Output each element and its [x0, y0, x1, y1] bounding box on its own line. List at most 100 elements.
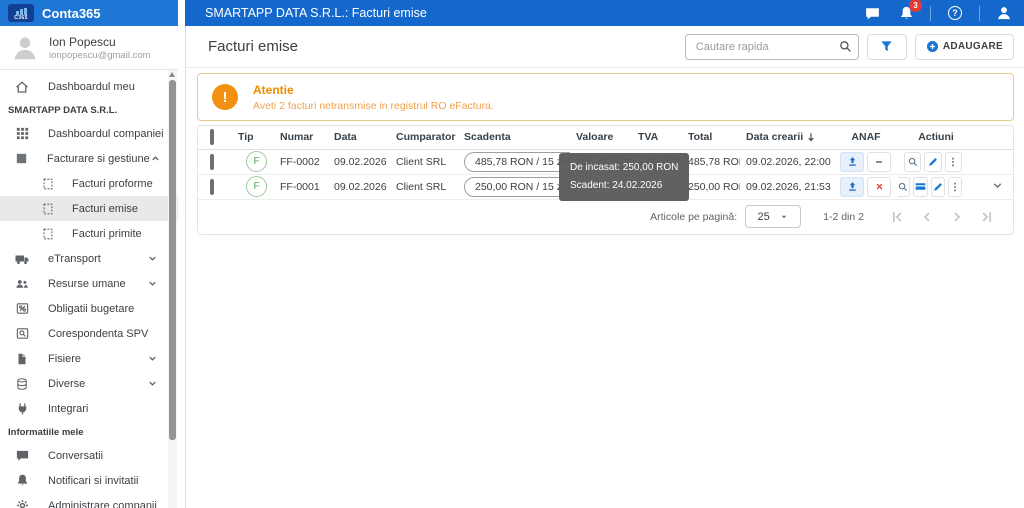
- per-page-label: Articole pe pagină:: [650, 211, 737, 223]
- column-header-data-crearii[interactable]: Data crearii: [740, 126, 834, 149]
- sidebar-item-facturi-emise[interactable]: Facturi emise: [0, 196, 178, 221]
- sidebar-item-facturi-primite[interactable]: Facturi primite: [0, 221, 178, 246]
- sidebar-item-corespondenta-spv[interactable]: Corespondenta SPV: [0, 321, 178, 346]
- credit-card-icon: [914, 180, 927, 193]
- sidebar-item-resurse-umane[interactable]: Resurse umane: [0, 271, 178, 296]
- sidebar-item-facturi-proforme[interactable]: Facturi proforme: [0, 171, 178, 196]
- column-header-valoare[interactable]: Valoare: [570, 126, 632, 149]
- anaf-upload-button[interactable]: [840, 152, 864, 172]
- anaf-upload-button[interactable]: [840, 177, 864, 197]
- column-header-total[interactable]: Total: [682, 126, 740, 149]
- bell-icon: [14, 473, 30, 489]
- more-actions-button[interactable]: [948, 177, 962, 197]
- sidebar-item-conversatii[interactable]: Conversatii: [0, 443, 178, 468]
- row-checkbox[interactable]: [210, 179, 214, 195]
- notifications-button[interactable]: 3: [896, 3, 916, 23]
- add-button[interactable]: ADAUGARE: [915, 34, 1014, 60]
- page-range: 1-2 din 2: [823, 211, 864, 223]
- magnifier-icon: [898, 181, 909, 193]
- anaf-status-button[interactable]: [867, 152, 891, 172]
- column-header-data[interactable]: Data: [328, 126, 390, 149]
- filter-button[interactable]: [867, 34, 907, 60]
- page-header: Facturi emise ADAUGARE: [186, 26, 1024, 68]
- invoice-type-badge: F: [246, 151, 267, 172]
- cell-cumparator: Client SRL: [390, 174, 458, 199]
- notification-badge: 3: [909, 0, 922, 12]
- page-title: Facturi emise: [208, 38, 685, 55]
- column-header-cumparator[interactable]: Cumparator: [390, 126, 458, 149]
- cell-data: 09.02.2026: [328, 174, 390, 199]
- app-logo[interactable]: C365: [8, 4, 34, 22]
- payment-button[interactable]: [913, 177, 928, 197]
- funnel-icon: [879, 39, 894, 54]
- edit-button[interactable]: [931, 177, 945, 197]
- sidebar-item-administrare-companii[interactable]: Administrare companii: [0, 493, 178, 508]
- sidebar-item-obligatii-bugetare[interactable]: Obligatii bugetare: [0, 296, 178, 321]
- per-page-select[interactable]: 25: [745, 205, 801, 228]
- column-header-actiuni[interactable]: Actiuni: [898, 126, 974, 149]
- topbar: SMARTAPP DATA S.R.L.: Facturi emise 3 ?: [185, 0, 1024, 26]
- logo-text: C365: [14, 15, 28, 21]
- sidebar: Ion Popescu ionpopescu@gmail.com Dashboa…: [0, 26, 178, 508]
- column-header-tva[interactable]: TVA: [632, 126, 682, 149]
- grid-icon: [14, 126, 30, 142]
- sidebar-item-etransport[interactable]: eTransport: [0, 246, 178, 271]
- messages-button[interactable]: [862, 3, 882, 23]
- divider: [930, 6, 931, 21]
- account-button[interactable]: [994, 3, 1014, 23]
- chat-icon: [864, 5, 881, 22]
- preview-button[interactable]: [898, 177, 910, 197]
- budget-icon: [14, 301, 30, 317]
- user-block[interactable]: Ion Popescu ionpopescu@gmail.com: [0, 26, 178, 70]
- sidebar-item-dashboardul-companiei[interactable]: Dashboardul companiei: [0, 121, 178, 146]
- edit-button[interactable]: [924, 152, 941, 172]
- column-header-numar[interactable]: Numar: [274, 126, 328, 149]
- column-header-scadenta[interactable]: Scadenta: [458, 126, 570, 149]
- database-icon: [14, 376, 30, 392]
- sidebar-section-personal: Informatiile mele: [0, 421, 178, 443]
- sidebar-item-diverse[interactable]: Diverse: [0, 371, 178, 396]
- tooltip-line-2: Scadent: 24.02.2026: [570, 177, 678, 195]
- first-page-button[interactable]: [888, 208, 905, 225]
- sidebar-nav: Dashboardul meu SMARTAPP DATA S.R.L. Das…: [0, 70, 178, 508]
- vertical-dots-icon: [949, 181, 961, 193]
- cell-data-crearii: 09.02.2026, 21:53: [740, 174, 834, 199]
- row-checkbox[interactable]: [210, 154, 214, 170]
- sidebar-item-notificari-si-invitatii[interactable]: Notificari si invitatii: [0, 468, 178, 493]
- sidebar-item-fisiere[interactable]: Fisiere: [0, 346, 178, 371]
- chevron-up-icon: [150, 153, 161, 164]
- select-all-header[interactable]: [198, 126, 232, 149]
- cell-data-crearii: 09.02.2026, 22:00: [740, 149, 834, 174]
- tooltip-line-1: De incasat: 250,00 RON: [570, 159, 678, 177]
- next-page-button[interactable]: [948, 208, 965, 225]
- expand-row-button[interactable]: [991, 179, 1004, 192]
- file-icon: [14, 351, 30, 367]
- column-header-anaf[interactable]: ANAF: [834, 126, 898, 149]
- column-header-tip[interactable]: Tip: [232, 126, 274, 149]
- help-button[interactable]: ?: [945, 3, 965, 23]
- pencil-icon: [932, 181, 944, 193]
- add-button-label: ADAUGARE: [943, 41, 1003, 52]
- vertical-dots-icon: [947, 156, 959, 168]
- pager-controls: [888, 208, 995, 225]
- due-tooltip: De incasat: 250,00 RON Scadent: 24.02.20…: [559, 153, 689, 201]
- anaf-error-button[interactable]: [867, 177, 891, 197]
- sidebar-item-facturare-si-gestiune[interactable]: Facturare si gestiune: [0, 146, 178, 171]
- scrollbar-thumb[interactable]: [169, 80, 176, 440]
- user-email: ionpopescu@gmail.com: [49, 50, 151, 61]
- help-icon: ?: [948, 6, 962, 20]
- sidebar-item-dashboardul-meu[interactable]: Dashboardul meu: [0, 74, 178, 99]
- upload-icon: [846, 155, 859, 168]
- sidebar-scrollbar[interactable]: [168, 70, 177, 508]
- search-input[interactable]: [686, 41, 838, 53]
- chevron-down-icon: [147, 378, 158, 389]
- more-actions-button[interactable]: [945, 152, 962, 172]
- header-actions: ADAUGARE: [685, 34, 1014, 60]
- sidebar-item-integrari[interactable]: Integrari: [0, 396, 178, 421]
- preview-button[interactable]: [904, 152, 921, 172]
- cell-numar: FF-0002: [274, 149, 328, 174]
- previous-page-button[interactable]: [918, 208, 935, 225]
- last-page-button[interactable]: [978, 208, 995, 225]
- banner-message: Aveti 2 facturi netransmise in registrul…: [253, 100, 494, 112]
- select-all-checkbox[interactable]: [210, 129, 214, 145]
